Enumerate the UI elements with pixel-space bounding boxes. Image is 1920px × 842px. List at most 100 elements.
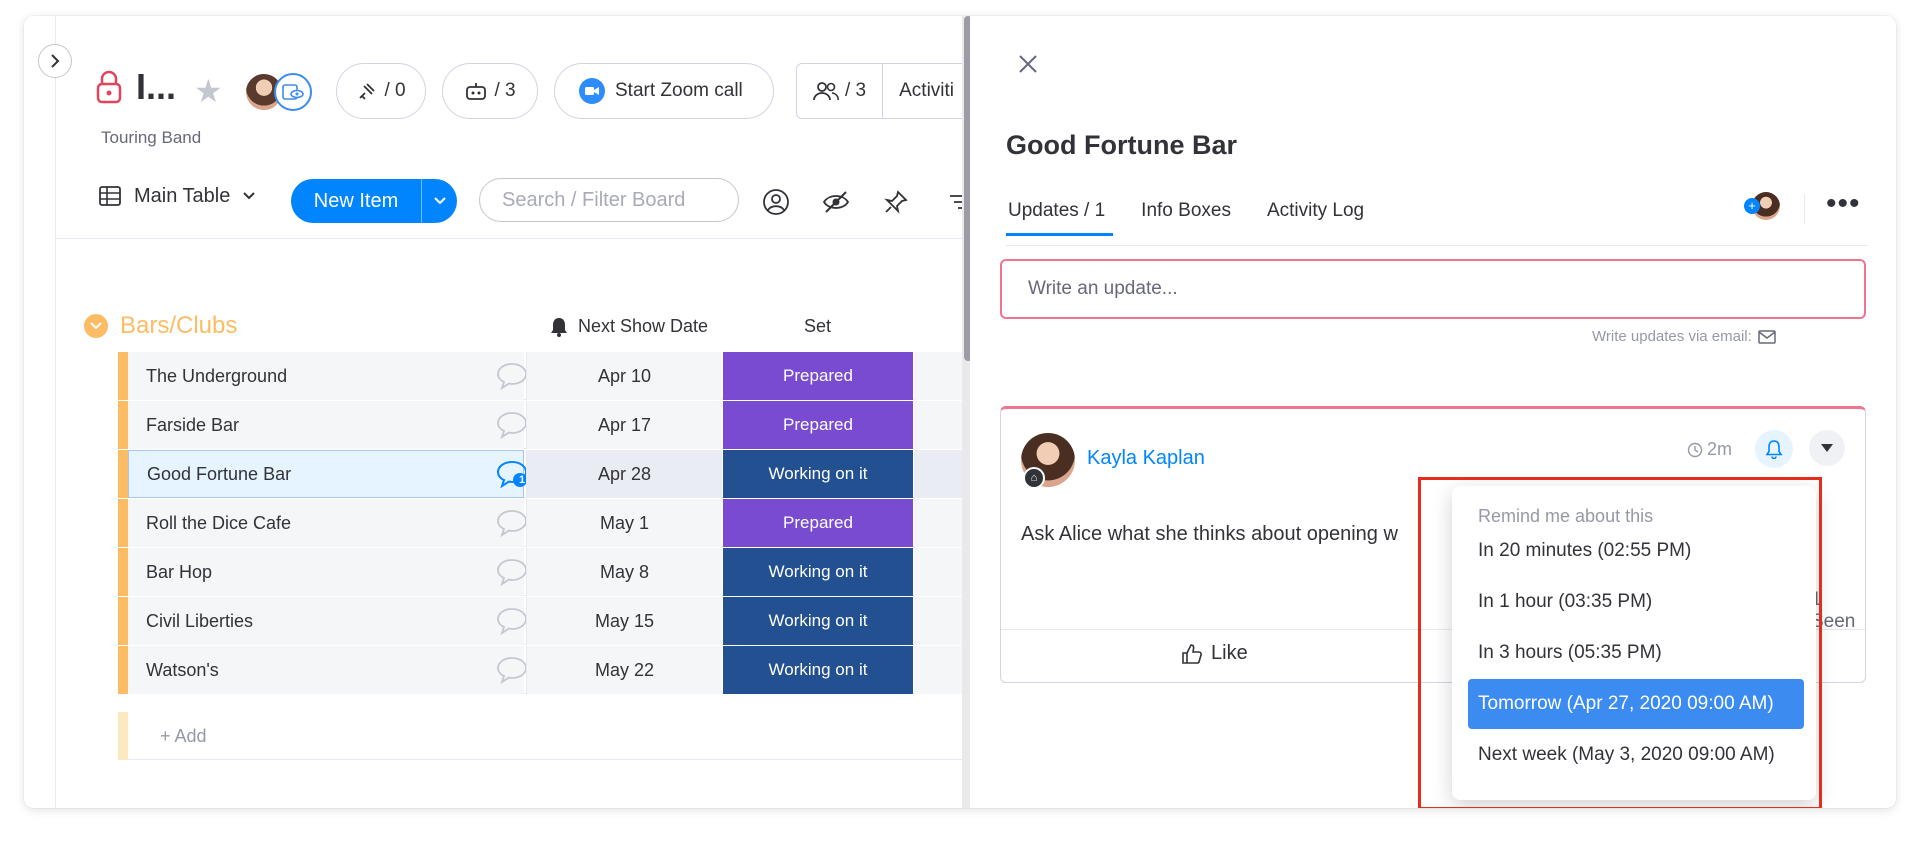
date-cell[interactable]: May 15: [526, 597, 722, 645]
chat-bubble-icon[interactable]: [496, 509, 528, 537]
automations-button[interactable]: / 3: [442, 63, 538, 119]
tab-activity-log[interactable]: Activity Log: [1265, 192, 1366, 236]
new-item-menu-button[interactable]: [421, 179, 457, 223]
add-subscriber-icon: +: [1744, 198, 1760, 214]
email-updates-link[interactable]: Write updates via email:: [1592, 328, 1776, 345]
update-body: Ask Alice what she thinks about opening …: [1021, 523, 1398, 545]
group-color-bar: [118, 450, 128, 498]
group-header[interactable]: Bars/Clubs: [84, 312, 237, 340]
item-name[interactable]: Watson's: [128, 646, 524, 694]
status-cell[interactable]: Prepared: [723, 352, 913, 400]
table-row[interactable]: Farside Bar Apr 17 Prepared: [118, 401, 970, 449]
group-title[interactable]: Bars/Clubs: [120, 312, 237, 340]
expand-sidebar-button[interactable]: [38, 44, 72, 78]
update-time: 2m: [1687, 439, 1732, 460]
chat-bubble-icon[interactable]: [496, 362, 528, 390]
automations-count: / 3: [494, 80, 516, 101]
group-color-bar: [118, 597, 128, 645]
column-header-date[interactable]: Next Show Date: [550, 316, 708, 337]
view-label: Main Table: [134, 184, 231, 207]
lock-icon: [96, 70, 122, 109]
integrations-button[interactable]: / 0: [336, 63, 426, 119]
app-window: I... ★ / 0 / 3 Start Zoom call / 3 Activ…: [24, 16, 1896, 808]
item-name[interactable]: Good Fortune Bar: [128, 450, 524, 498]
hide-columns-icon[interactable]: [820, 186, 852, 218]
table-row[interactable]: Watson's May 22 Working on it: [118, 646, 970, 694]
bell-icon: [1765, 440, 1783, 459]
board-owners[interactable]: [244, 72, 334, 114]
board-subtitle: Touring Band: [101, 128, 202, 147]
group-collapse-icon[interactable]: [84, 314, 108, 338]
like-button[interactable]: Like: [1181, 642, 1248, 665]
date-cell[interactable]: May 8: [526, 548, 722, 596]
pin-icon[interactable]: [880, 186, 912, 218]
add-item-label[interactable]: + Add: [160, 726, 207, 747]
table-row[interactable]: Civil Liberties May 15 Working on it: [118, 597, 970, 645]
table-row[interactable]: Roll the Dice Cafe May 1 Prepared: [118, 499, 970, 547]
board-area: I... ★ / 0 / 3 Start Zoom call / 3 Activ…: [24, 16, 970, 808]
people-icon: [813, 82, 839, 101]
date-cell[interactable]: May 1: [526, 499, 722, 547]
status-cell[interactable]: Working on it: [723, 450, 913, 498]
close-icon[interactable]: [1012, 48, 1044, 80]
table-icon: [99, 186, 121, 206]
update-options-button[interactable]: [1809, 430, 1845, 466]
new-item-label: New Item: [313, 189, 399, 212]
item-name[interactable]: Bar Hop: [128, 548, 524, 596]
star-icon[interactable]: ★: [194, 72, 223, 110]
board-title[interactable]: I...: [136, 66, 176, 108]
toolbar-divider: [55, 238, 970, 239]
status-cell[interactable]: Working on it: [723, 548, 913, 596]
date-cell[interactable]: Apr 28: [526, 450, 722, 498]
date-cell[interactable]: May 22: [526, 646, 722, 694]
start-zoom-call-button[interactable]: Start Zoom call: [554, 63, 774, 119]
activity-button[interactable]: Activiti: [883, 80, 954, 102]
reminder-bell-button[interactable]: [1755, 430, 1793, 468]
update-input[interactable]: [1000, 259, 1866, 319]
members-count: / 3: [845, 80, 867, 101]
chat-bubble-icon[interactable]: [496, 558, 528, 586]
tab-info-boxes[interactable]: Info Boxes: [1139, 192, 1233, 236]
tab-updates[interactable]: Updates / 1: [1006, 192, 1114, 236]
group-color-bar: [118, 712, 128, 760]
date-cell[interactable]: Apr 17: [526, 401, 722, 449]
chat-bubble-icon[interactable]: [496, 411, 528, 439]
more-options-icon[interactable]: •••: [1826, 189, 1861, 219]
group-color-bar: [118, 401, 128, 449]
chat-bubble-icon[interactable]: [496, 656, 528, 684]
integrations-count: / 0: [384, 80, 406, 101]
status-cell[interactable]: Prepared: [723, 401, 913, 449]
scrollbar-thumb[interactable]: [964, 16, 970, 361]
update-author[interactable]: Kayla Kaplan: [1087, 447, 1205, 470]
item-title[interactable]: Good Fortune Bar: [1006, 130, 1237, 161]
table-row-selected[interactable]: Good Fortune Bar 1 Apr 28 Working on it: [118, 450, 970, 498]
column-header-status[interactable]: Set: [804, 316, 831, 337]
robot-icon: [466, 83, 487, 100]
item-name[interactable]: Roll the Dice Cafe: [128, 499, 524, 547]
left-divider: [55, 16, 56, 808]
date-cell[interactable]: Apr 10: [526, 352, 722, 400]
item-name[interactable]: Farside Bar: [128, 401, 524, 449]
like-label: Like: [1211, 642, 1248, 664]
add-item-row[interactable]: + Add: [118, 712, 970, 760]
item-name[interactable]: Civil Liberties: [128, 597, 524, 645]
table-row[interactable]: The Underground Apr 10 Prepared: [118, 352, 970, 400]
status-cell[interactable]: Working on it: [723, 597, 913, 645]
search-input[interactable]: [479, 178, 739, 222]
plug-icon: [359, 83, 376, 100]
person-filter-icon[interactable]: [760, 186, 792, 218]
members-button[interactable]: / 3: [797, 63, 884, 119]
table-row[interactable]: Bar Hop May 8 Working on it: [118, 548, 970, 596]
status-cell[interactable]: Working on it: [723, 646, 913, 694]
chevron-down-icon: [433, 197, 446, 205]
group-color-bar: [118, 352, 128, 400]
subscribers-button[interactable]: +: [1744, 188, 1780, 224]
item-name[interactable]: The Underground: [128, 352, 524, 400]
chat-bubble-icon[interactable]: [496, 607, 528, 635]
new-item-button[interactable]: New Item: [291, 179, 457, 223]
zoom-label: Start Zoom call: [615, 80, 743, 101]
members-activity-box[interactable]: / 3 Activiti: [796, 63, 970, 119]
main-table-view-selector[interactable]: Main Table: [98, 184, 256, 208]
zoom-camera-icon: [579, 78, 605, 104]
status-cell[interactable]: Prepared: [723, 499, 913, 547]
